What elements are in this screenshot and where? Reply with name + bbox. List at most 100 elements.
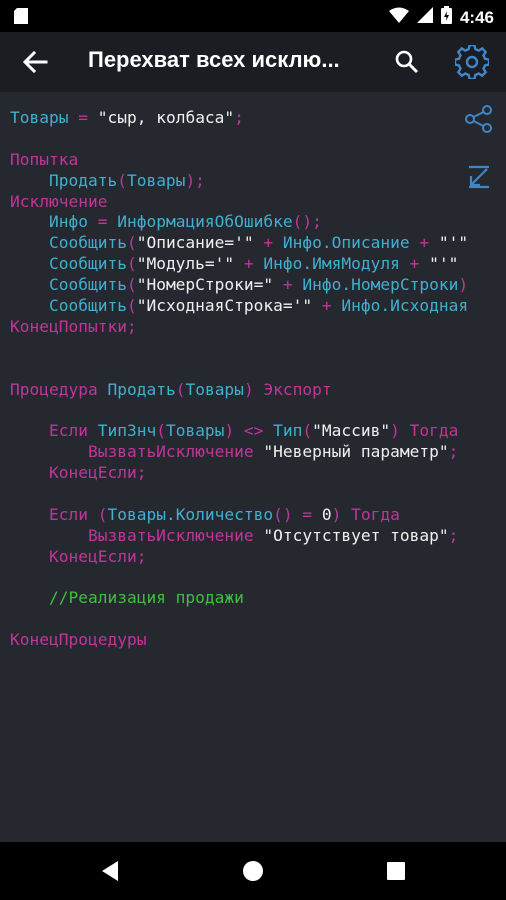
search-icon[interactable] xyxy=(393,48,421,76)
code-token: (); xyxy=(292,212,322,232)
code-token: Тогда xyxy=(351,504,400,524)
clock: 4:46 xyxy=(459,7,494,27)
code-token: ( xyxy=(97,504,108,524)
code-token: ; xyxy=(136,463,147,483)
page-title: Перехват всех исклю... xyxy=(88,47,340,72)
code-token: ( xyxy=(126,254,137,274)
code-token: ; xyxy=(136,546,147,566)
code-token: 0 xyxy=(321,504,332,524)
share-icon[interactable] xyxy=(464,104,494,134)
code-line: Продать(Товары); xyxy=(10,171,468,192)
back-arrow-icon[interactable] xyxy=(20,48,50,76)
code-listing: Товары = "сыр, колбаса"; Попытка Продать… xyxy=(10,108,468,651)
gear-icon[interactable] xyxy=(453,43,491,81)
status-icons: 4:46 xyxy=(388,6,494,29)
code-token: Товары xyxy=(165,421,225,441)
code-line: КонецПопытки; xyxy=(10,317,468,338)
code-token: ( xyxy=(156,421,166,441)
code-token: Процедура xyxy=(10,379,108,399)
code-line: Если ТипЗнч(Товары) <> Тип("Массив") Тог… xyxy=(10,421,468,442)
code-token: "Массив" xyxy=(312,421,391,441)
code-token: Продать xyxy=(107,379,176,399)
code-token: КонецЕсли xyxy=(10,463,137,483)
code-token: Товары.Количество xyxy=(107,504,274,524)
code-line: Исключение xyxy=(10,192,468,213)
collapse-icon[interactable] xyxy=(466,164,492,190)
code-token: Сообщить xyxy=(10,296,127,316)
code-token: = xyxy=(68,108,98,127)
code-token: "'" xyxy=(429,254,459,274)
code-line: //Реализация продажи xyxy=(10,588,468,609)
code-token: Если xyxy=(10,504,98,524)
sd-card-icon xyxy=(14,8,28,29)
code-token: ; xyxy=(448,525,459,545)
code-token: "ИсходнаяСтрока='" xyxy=(136,296,313,316)
code-line: Попытка xyxy=(10,150,468,171)
code-token: ) <> xyxy=(224,421,274,441)
status-bar: 4:46 xyxy=(0,0,506,32)
code-token: КонецПопытки xyxy=(10,316,127,336)
code-line: Если (Товары.Количество() = 0) Тогда xyxy=(10,505,468,526)
back-nav-icon[interactable] xyxy=(96,856,126,886)
code-token: Экспорт xyxy=(263,379,332,399)
code-token: + xyxy=(409,233,439,253)
code-token: + xyxy=(312,296,342,316)
code-token: + xyxy=(253,233,283,253)
code-token: ) xyxy=(458,275,469,295)
code-token: ; xyxy=(234,108,244,127)
code-token: Продать xyxy=(10,170,118,190)
code-line: Товары = "сыр, колбаса"; xyxy=(10,108,468,129)
code-token: Если xyxy=(10,421,98,441)
code-token: Попытка xyxy=(10,149,79,169)
code-line: ВызватьИсключение "Неверный параметр"; xyxy=(10,442,468,463)
code-token: ВызватьИсключение xyxy=(10,442,264,462)
code-token: Исключение xyxy=(10,191,108,211)
recents-nav-icon[interactable] xyxy=(381,856,411,886)
code-token: ( xyxy=(117,170,127,190)
code-token: = xyxy=(87,212,118,232)
battery-icon xyxy=(440,6,452,29)
code-token: Инфо.ИмяМодуля xyxy=(263,254,400,274)
code-token: Инфо xyxy=(10,212,88,232)
home-nav-icon[interactable] xyxy=(238,856,268,886)
code-token: Инфо.НомерСтроки xyxy=(302,275,459,295)
code-line: КонецЕсли; xyxy=(10,463,468,484)
code-line: Сообщить("Описание='" + Инфо.Описание + … xyxy=(10,233,468,254)
code-line: Сообщить("НомерСтроки=" + Инфо.НомерСтро… xyxy=(10,275,468,296)
code-token: Инфо.Исходная xyxy=(341,296,469,316)
code-line: Сообщить("Модуль='" + Инфо.ИмяМодуля + "… xyxy=(10,254,468,275)
code-token: + xyxy=(273,275,303,295)
code-view[interactable]: Товары = "сыр, колбаса"; Попытка Продать… xyxy=(0,92,506,842)
code-line: КонецПроцедуры xyxy=(10,630,468,651)
code-token: //Реализация продажи xyxy=(10,588,244,608)
code-token: () = xyxy=(273,504,322,524)
code-token: Товары xyxy=(126,170,186,190)
code-token: Товары xyxy=(185,379,244,399)
code-line: КонецЕсли; xyxy=(10,547,468,568)
code-token: ( xyxy=(302,421,313,441)
code-token: Сообщить xyxy=(10,254,127,274)
app-bar: Перехват всех исклю... xyxy=(0,32,506,92)
code-token: Товары xyxy=(10,108,69,127)
code-token: ) xyxy=(243,379,264,399)
navigation-bar xyxy=(0,842,506,900)
code-line: Сообщить("ИсходнаяСтрока='" + Инфо.Исход… xyxy=(10,296,468,317)
code-token: ( xyxy=(126,275,137,295)
code-token: ; xyxy=(126,316,137,336)
signal-icon xyxy=(416,7,433,28)
code-token: ВызватьИсключение xyxy=(10,525,264,545)
code-token: ) xyxy=(331,504,352,524)
code-token: Тип xyxy=(273,421,303,441)
wifi-icon xyxy=(388,7,409,28)
code-token: Инфо.Описание xyxy=(282,233,410,253)
code-token: "Модуль='" xyxy=(136,254,235,274)
code-token: КонецПроцедуры xyxy=(10,630,147,650)
code-token: "НомерСтроки=" xyxy=(136,275,274,295)
code-token: ТипЗнч xyxy=(97,421,157,441)
code-token: ) xyxy=(390,421,410,441)
